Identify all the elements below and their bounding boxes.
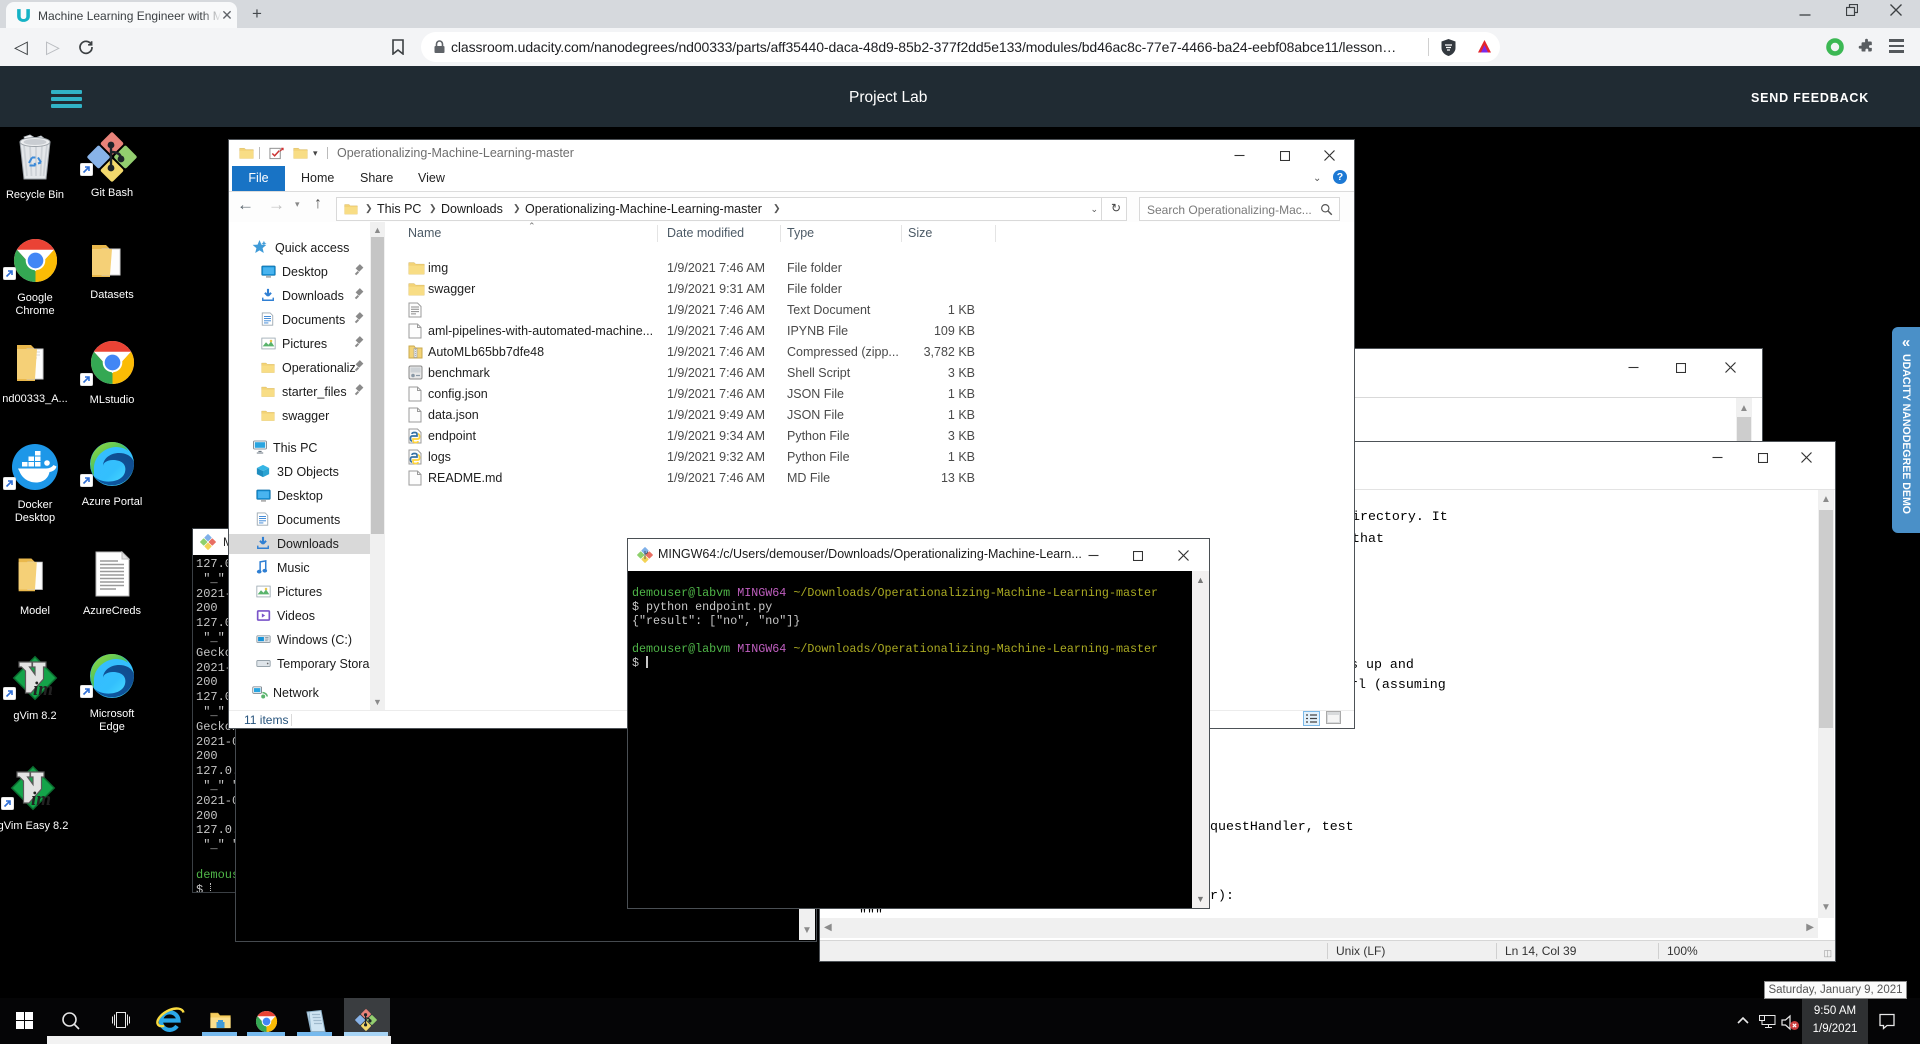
svg-text:im: im [33, 679, 53, 700]
svg-text:im: im [31, 789, 51, 810]
